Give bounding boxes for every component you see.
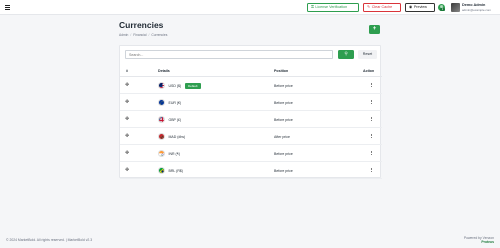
language-globe-icon[interactable]: ⊕ 1	[438, 3, 445, 11]
more-actions-icon[interactable]	[370, 82, 373, 89]
hamburger-menu-icon[interactable]	[5, 5, 10, 10]
license-verification-label: License Verification	[315, 5, 348, 9]
currency-position: Before price	[274, 118, 293, 122]
breadcrumb: Admin / Financial / Currencies	[119, 33, 167, 37]
currency-code: MAD (dhs)	[168, 134, 186, 139]
more-actions-icon[interactable]	[370, 116, 373, 123]
more-actions-icon[interactable]	[370, 133, 373, 140]
clear-cache-button[interactable]: ✎ Clear Cache	[363, 2, 401, 12]
default-badge: Default	[185, 82, 201, 89]
currency-position: Before price	[274, 101, 293, 105]
drag-handle-icon[interactable]: ✥	[125, 116, 129, 122]
more-actions-icon[interactable]	[370, 167, 373, 174]
breadcrumb-separator: /	[148, 33, 150, 37]
breadcrumb-financial[interactable]: Financial	[133, 33, 146, 37]
table-row: ✥ USD ($) Default Before price	[120, 77, 382, 94]
drag-handle-icon[interactable]: ✥	[125, 99, 129, 105]
footer-copyright: © 2024 MarketBold. All rights reserved. …	[6, 238, 93, 242]
footer-brand[interactable]: Proteus	[464, 240, 494, 244]
search-icon: ⚲	[344, 52, 348, 57]
currency-code: GBP (£)	[168, 117, 182, 122]
drag-handle-icon[interactable]: ✥	[125, 82, 129, 88]
drag-handle-icon[interactable]: ✥	[125, 133, 129, 139]
currency-position: After price	[274, 135, 290, 139]
currency-position: Before price	[274, 169, 293, 173]
notification-badge: 1	[440, 8, 445, 11]
preview-button[interactable]: ◉ Preview	[405, 2, 435, 12]
us-flag-icon	[158, 82, 165, 89]
user-email: admin@example.com	[462, 7, 492, 12]
breadcrumb-separator: /	[130, 33, 132, 37]
preview-label: Preview	[413, 5, 427, 9]
user-name[interactable]: Demo Admin	[462, 3, 485, 7]
currency-code: BRL (R$)	[168, 168, 183, 173]
column-header-hash: #	[126, 69, 128, 73]
table-row: ✥ MAD (dhs) After price	[120, 128, 382, 145]
top-navbar: ⚿ License Verification ✎ Clear Cache ◉ P…	[0, 0, 500, 15]
india-flag-icon	[158, 150, 165, 157]
drag-handle-icon[interactable]: ✥	[125, 167, 129, 173]
brazil-flag-icon	[158, 167, 165, 174]
currency-code: EUR (€)	[168, 100, 182, 105]
table-row: ✥ GBP (£) Before price	[120, 111, 382, 128]
column-header-action: Action	[363, 69, 375, 73]
drag-handle-icon[interactable]: ✥	[125, 150, 129, 156]
morocco-flag-icon	[158, 133, 165, 140]
table-row: ✥ INR (₹) Before price	[120, 145, 382, 162]
broom-icon: ✎	[367, 4, 371, 10]
key-icon: ⚿	[311, 4, 314, 10]
more-actions-icon[interactable]	[370, 99, 373, 106]
column-header-details: Details	[158, 69, 170, 73]
currencies-card: ⚲ Reset # Details Position Action ✥ USD …	[119, 45, 382, 179]
breadcrumb-currencies: Currencies	[151, 33, 168, 37]
eye-icon: ◉	[409, 4, 413, 10]
eu-flag-icon	[158, 99, 165, 106]
currency-position: Before price	[274, 84, 293, 88]
footer-powered-by: Powered by Venzon Proteus	[464, 236, 494, 244]
page-title: Currencies	[119, 20, 164, 30]
reset-button[interactable]: Reset	[358, 50, 377, 59]
breadcrumb-admin[interactable]: Admin	[119, 33, 128, 37]
clear-cache-label: Clear Cache	[371, 5, 393, 9]
uk-flag-icon	[158, 116, 165, 123]
add-currency-button[interactable]: +	[369, 25, 380, 34]
table-row: ✥ EUR (€) Before price	[120, 94, 382, 111]
table-header: # Details Position Action	[120, 65, 382, 77]
currency-code: USD ($)	[168, 83, 182, 88]
more-actions-icon[interactable]	[370, 150, 373, 157]
license-verification-button[interactable]: ⚿ License Verification	[307, 2, 359, 12]
search-button[interactable]: ⚲	[338, 50, 354, 59]
avatar[interactable]	[451, 2, 460, 12]
currency-position: Before price	[274, 152, 293, 156]
column-header-position: Position	[274, 69, 289, 73]
currency-code: INR (₹)	[168, 151, 181, 156]
search-input[interactable]	[125, 50, 333, 59]
table-row: ✥ BRL (R$) Before price	[120, 162, 382, 179]
